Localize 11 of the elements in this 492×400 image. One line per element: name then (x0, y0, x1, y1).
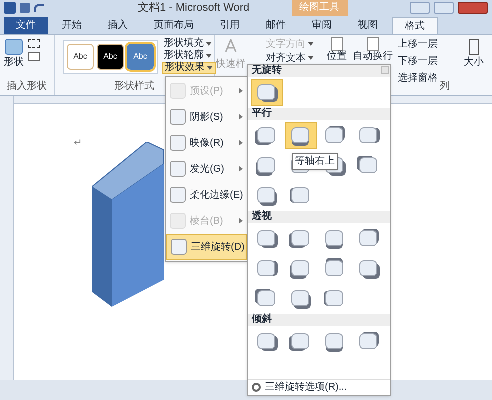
quick-styles-label: 快速样 (216, 58, 246, 72)
context-tab-label: 绘图工具 (292, 0, 348, 16)
gallery-section-header: 平行 (248, 108, 390, 120)
gallery-section-header: 无旋转 (248, 65, 390, 77)
gallery-section-header: 倾斜 (248, 314, 390, 326)
gallery-section-header: 透视 (248, 211, 390, 223)
group-label: 列 (440, 80, 450, 94)
group-label: 形状样式 (114, 80, 154, 94)
group-label: 插入形状 (7, 80, 47, 94)
window-title: 文档1 - Microsoft Word (138, 0, 250, 16)
paragraph-mark: ↵ (74, 137, 82, 151)
